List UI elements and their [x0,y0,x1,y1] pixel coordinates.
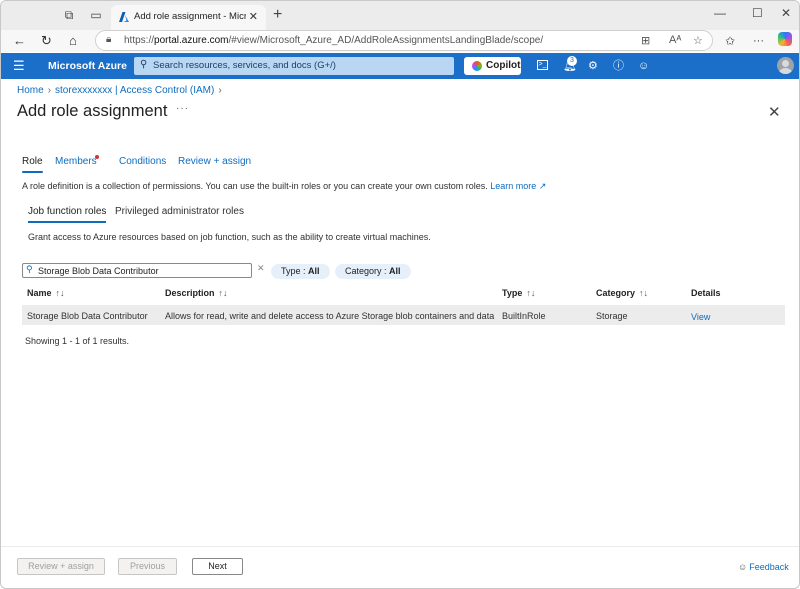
subtab-job-function-roles[interactable]: Job function roles [28,206,107,223]
more-menu-icon[interactable]: ··· [753,33,764,49]
help-icon[interactable]: ⓘ [613,59,624,73]
avatar[interactable] [777,57,794,74]
close-blade-icon[interactable]: ✕ [768,103,781,121]
refresh-icon[interactable]: ↻ [41,33,52,49]
workspaces-icon[interactable]: ⧉ [62,8,76,22]
feedback-icon: ☺ [738,562,748,572]
hamburger-menu-icon[interactable]: ☰ [13,58,25,74]
notification-badge: 3 [567,56,577,66]
tab-members[interactable]: Members [55,156,97,167]
learn-more-link[interactable]: Learn more ↗ [490,181,546,191]
role-description: A role definition is a collection of per… [22,181,546,192]
column-header-type[interactable]: Type ↑↓ [502,288,535,298]
more-options-icon[interactable]: ··· [176,103,189,114]
copilot-button[interactable]: Copilot [464,57,521,75]
lock-icon[interactable]: 🔒︎ [106,34,111,45]
cloud-shell-icon[interactable]: >_ [537,60,548,70]
favorite-star-icon[interactable]: ☆ [693,34,703,47]
subtab-privileged-admin-roles[interactable]: Privileged administrator roles [115,206,244,217]
results-count: Showing 1 - 1 of 1 results. [25,336,130,346]
browser-window: ⧉ ▭ Add role assignment - Microsoft Azur… [0,0,800,589]
chevron-right-icon: › [47,85,52,96]
address-bar-row: ← ↻ ⌂ 🔒︎ https://portal.azure.com/#view/… [1,30,799,52]
maximize-icon[interactable]: ☐ [752,6,763,20]
copilot-browser-icon[interactable] [778,32,792,46]
grant-description: Grant access to Azure resources based on… [28,232,431,242]
copilot-icon [472,61,482,71]
cell-category: Storage [596,311,628,321]
sort-icon[interactable]: ↑↓ [56,288,65,298]
footer-divider [1,546,799,547]
search-placeholder: Search resources, services, and docs (G+… [153,60,336,71]
sort-icon[interactable]: ↑↓ [639,288,648,298]
role-search-field[interactable] [38,265,248,277]
new-tab-button[interactable]: + [273,6,282,24]
tab-conditions[interactable]: Conditions [119,156,166,167]
tab-title: Add role assignment - Microsoft Azure [134,11,246,22]
copilot-label: Copilot [486,60,521,71]
previous-button[interactable]: Previous [118,558,177,575]
column-header-category[interactable]: Category ↑↓ [596,288,648,298]
minimize-icon[interactable]: — [714,6,726,20]
column-header-name[interactable]: Name ↑↓ [27,288,65,298]
favorites-icon[interactable]: ✩ [725,33,735,49]
close-window-icon[interactable]: ✕ [781,6,791,20]
external-link-icon: ↗ [538,181,547,191]
home-icon[interactable]: ⌂ [69,33,77,49]
global-search-input[interactable]: ⚲ Search resources, services, and docs (… [134,57,454,75]
view-details-link[interactable]: View [691,312,710,322]
read-aloud-icon[interactable]: Aᴬ [669,34,681,46]
browser-tab-bar: ⧉ ▭ Add role assignment - Microsoft Azur… [1,1,799,30]
breadcrumb-iam[interactable]: storexxxxxxx | Access Control (IAM) [55,85,214,96]
description-text: A role definition is a collection of per… [22,181,488,191]
column-header-description[interactable]: Description ↑↓ [165,288,228,298]
feedback-header-icon[interactable]: ☺ [638,59,649,73]
cell-name: Storage Blob Data Contributor [27,311,148,321]
sort-icon[interactable]: ↑↓ [526,288,535,298]
category-filter-pill[interactable]: Category : All [335,264,411,279]
type-filter-pill[interactable]: Type : All [271,264,330,279]
role-search-input[interactable]: ⚲ [22,263,252,278]
page-title: Add role assignment [17,102,168,120]
clear-search-icon[interactable]: ✕ [257,263,265,274]
tab-review-assign[interactable]: Review + assign [178,156,251,167]
chevron-right-icon: › [218,85,222,96]
azure-logo-icon [119,12,129,22]
sort-icon[interactable]: ↑↓ [219,288,228,298]
cell-type: BuiltInRole [502,311,546,321]
required-indicator [95,155,99,159]
app-available-icon[interactable]: ⊞ [641,34,650,47]
tab-actions-icon[interactable]: ▭ [89,8,103,22]
breadcrumb: Home › storexxxxxxx | Access Control (IAM)… [17,85,226,96]
cell-description: Allows for read, write and delete access… [165,311,495,321]
search-icon: ⚲ [140,59,148,70]
tab-role[interactable]: Role [22,156,43,173]
search-icon: ⚲ [26,264,33,274]
close-tab-icon[interactable]: ✕ [249,10,258,23]
back-icon[interactable]: ← [13,33,26,49]
next-button[interactable]: Next [192,558,243,575]
settings-gear-icon[interactable]: ⚙ [588,59,598,73]
url-text[interactable]: https://portal.azure.com/#view/Microsoft… [124,35,543,46]
breadcrumb-home[interactable]: Home [17,85,44,96]
column-header-details: Details [691,288,721,298]
review-assign-button[interactable]: Review + assign [17,558,105,575]
address-bar[interactable]: 🔒︎ https://portal.azure.com/#view/Micros… [95,30,713,51]
feedback-link[interactable]: ☺ Feedback [738,562,789,572]
browser-tab[interactable]: Add role assignment - Microsoft Azure ✕ [111,5,266,30]
azure-brand[interactable]: Microsoft Azure [48,60,127,72]
azure-header: ☰ Microsoft Azure ⚲ Search resources, se… [1,53,799,79]
